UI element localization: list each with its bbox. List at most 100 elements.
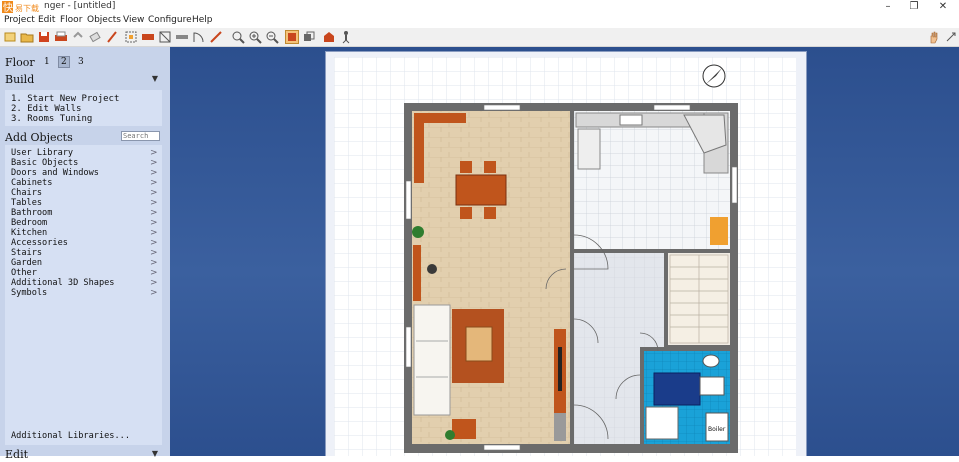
camera-icon[interactable] <box>322 30 336 44</box>
category-accessories[interactable]: Accessories <box>11 238 68 248</box>
step-start-new-project[interactable]: 1. Start New Project <box>11 94 119 104</box>
category-user-library[interactable]: User Library <box>11 148 73 158</box>
menu-floor[interactable]: Floor <box>60 15 82 25</box>
eraser-icon[interactable] <box>88 30 102 44</box>
window[interactable] <box>405 180 412 220</box>
select-icon[interactable] <box>124 30 138 44</box>
measure-icon[interactable] <box>175 30 189 44</box>
coffee-table[interactable] <box>465 326 493 362</box>
chair[interactable] <box>484 207 496 219</box>
plant-icon[interactable] <box>412 226 424 238</box>
additional-libraries-link[interactable]: Additional Libraries... <box>11 431 130 441</box>
category-garden[interactable]: Garden <box>11 258 42 268</box>
dining-table[interactable] <box>455 174 507 206</box>
rotate-icon[interactable] <box>209 30 223 44</box>
zoom-out-icon[interactable] <box>265 30 279 44</box>
walk-icon[interactable] <box>339 30 353 44</box>
cabinet[interactable] <box>554 413 566 441</box>
category-doors-windows[interactable]: Doors and Windows <box>11 168 99 178</box>
chevron-right-icon: > <box>150 228 158 238</box>
chevron-right-icon: > <box>150 288 158 298</box>
view-3d-icon[interactable] <box>302 30 316 44</box>
zoom-in-icon[interactable] <box>248 30 262 44</box>
category-tables[interactable]: Tables <box>11 198 42 208</box>
floor-3-button[interactable]: 3 <box>78 57 84 67</box>
rubber-icon[interactable] <box>158 30 172 44</box>
floor-label: Floor <box>5 56 35 69</box>
category-kitchen[interactable]: Kitchen <box>11 228 47 238</box>
menu-edit[interactable]: Edit <box>38 15 55 25</box>
window[interactable] <box>483 444 521 451</box>
shower[interactable] <box>645 406 679 440</box>
floor-2-button[interactable]: 2 <box>58 56 70 68</box>
menu-project[interactable]: Project <box>4 15 35 25</box>
paint-icon[interactable] <box>105 30 119 44</box>
edit-section-header[interactable]: Edit ▼ <box>0 447 164 462</box>
toolbar <box>0 28 959 47</box>
undo-icon[interactable] <box>71 30 85 44</box>
chair[interactable] <box>460 207 472 219</box>
zoom-fit-icon[interactable] <box>231 30 245 44</box>
new-project-icon[interactable] <box>3 30 17 44</box>
build-section-header[interactable]: Build ▼ <box>0 72 164 87</box>
resize-icon[interactable] <box>944 30 958 44</box>
maximize-button[interactable]: ❐ <box>903 0 925 14</box>
print-icon[interactable] <box>54 30 68 44</box>
close-button[interactable]: ✕ <box>932 0 954 14</box>
category-chairs[interactable]: Chairs <box>11 188 42 198</box>
window-title: nger - [untitled] <box>44 1 116 11</box>
fridge[interactable] <box>577 128 601 170</box>
chevron-right-icon: > <box>150 218 158 228</box>
category-bedroom[interactable]: Bedroom <box>11 218 47 228</box>
open-icon[interactable] <box>20 30 34 44</box>
shelf[interactable] <box>413 245 421 301</box>
category-additional-3d-shapes[interactable]: Additional 3D Shapes <box>11 278 114 288</box>
category-bathroom[interactable]: Bathroom <box>11 208 52 218</box>
chair[interactable] <box>484 161 496 173</box>
cabinet[interactable] <box>414 113 424 183</box>
side-table[interactable] <box>452 419 476 439</box>
tv[interactable] <box>558 347 562 391</box>
step-edit-walls[interactable]: 2. Edit Walls <box>11 104 81 114</box>
window[interactable] <box>405 326 412 368</box>
toilet-icon[interactable] <box>702 354 720 368</box>
window[interactable] <box>653 104 691 111</box>
category-symbols[interactable]: Symbols <box>11 288 47 298</box>
appliance[interactable] <box>710 217 728 245</box>
compass-icon <box>702 64 726 88</box>
category-stairs[interactable]: Stairs <box>11 248 42 258</box>
chair[interactable] <box>460 161 472 173</box>
floor-1-button[interactable]: 1 <box>44 57 50 67</box>
plant-icon[interactable] <box>445 430 455 440</box>
hand-icon[interactable] <box>927 30 941 44</box>
window[interactable] <box>731 166 738 204</box>
logo-char: 快 <box>3 2 13 13</box>
lamp-icon[interactable] <box>427 264 437 274</box>
wall-icon[interactable] <box>141 30 155 44</box>
category-cabinets[interactable]: Cabinets <box>11 178 52 188</box>
staircase[interactable] <box>669 254 729 344</box>
door-icon[interactable] <box>192 30 206 44</box>
design-canvas[interactable]: Boiler <box>170 47 959 456</box>
chevron-right-icon: > <box>150 168 158 178</box>
category-other[interactable]: Other <box>11 268 37 278</box>
app-logo: 快 易下载 <box>2 1 42 14</box>
bathtub[interactable] <box>653 372 701 406</box>
floor-plan-paper[interactable]: Boiler <box>334 57 796 456</box>
window[interactable] <box>483 104 521 111</box>
category-basic-objects[interactable]: Basic Objects <box>11 158 78 168</box>
view-2d-icon[interactable] <box>285 30 299 44</box>
washbasin-icon[interactable] <box>699 376 725 396</box>
chevron-right-icon: > <box>150 268 158 278</box>
sink-icon[interactable] <box>619 114 643 126</box>
menu-objects[interactable]: Objects <box>87 15 121 25</box>
save-icon[interactable] <box>37 30 51 44</box>
search-input[interactable] <box>121 131 160 141</box>
menu-view[interactable]: View <box>123 15 144 25</box>
sofa[interactable] <box>413 304 451 416</box>
left-panel: Floor 1 2 3 Build ▼ 1. Start New Project… <box>0 47 170 461</box>
step-rooms-tuning[interactable]: 3. Rooms Tuning <box>11 114 92 124</box>
minimize-button[interactable]: – <box>877 0 899 14</box>
menu-help[interactable]: Help <box>192 15 213 25</box>
menu-configure[interactable]: Configure <box>148 15 192 25</box>
